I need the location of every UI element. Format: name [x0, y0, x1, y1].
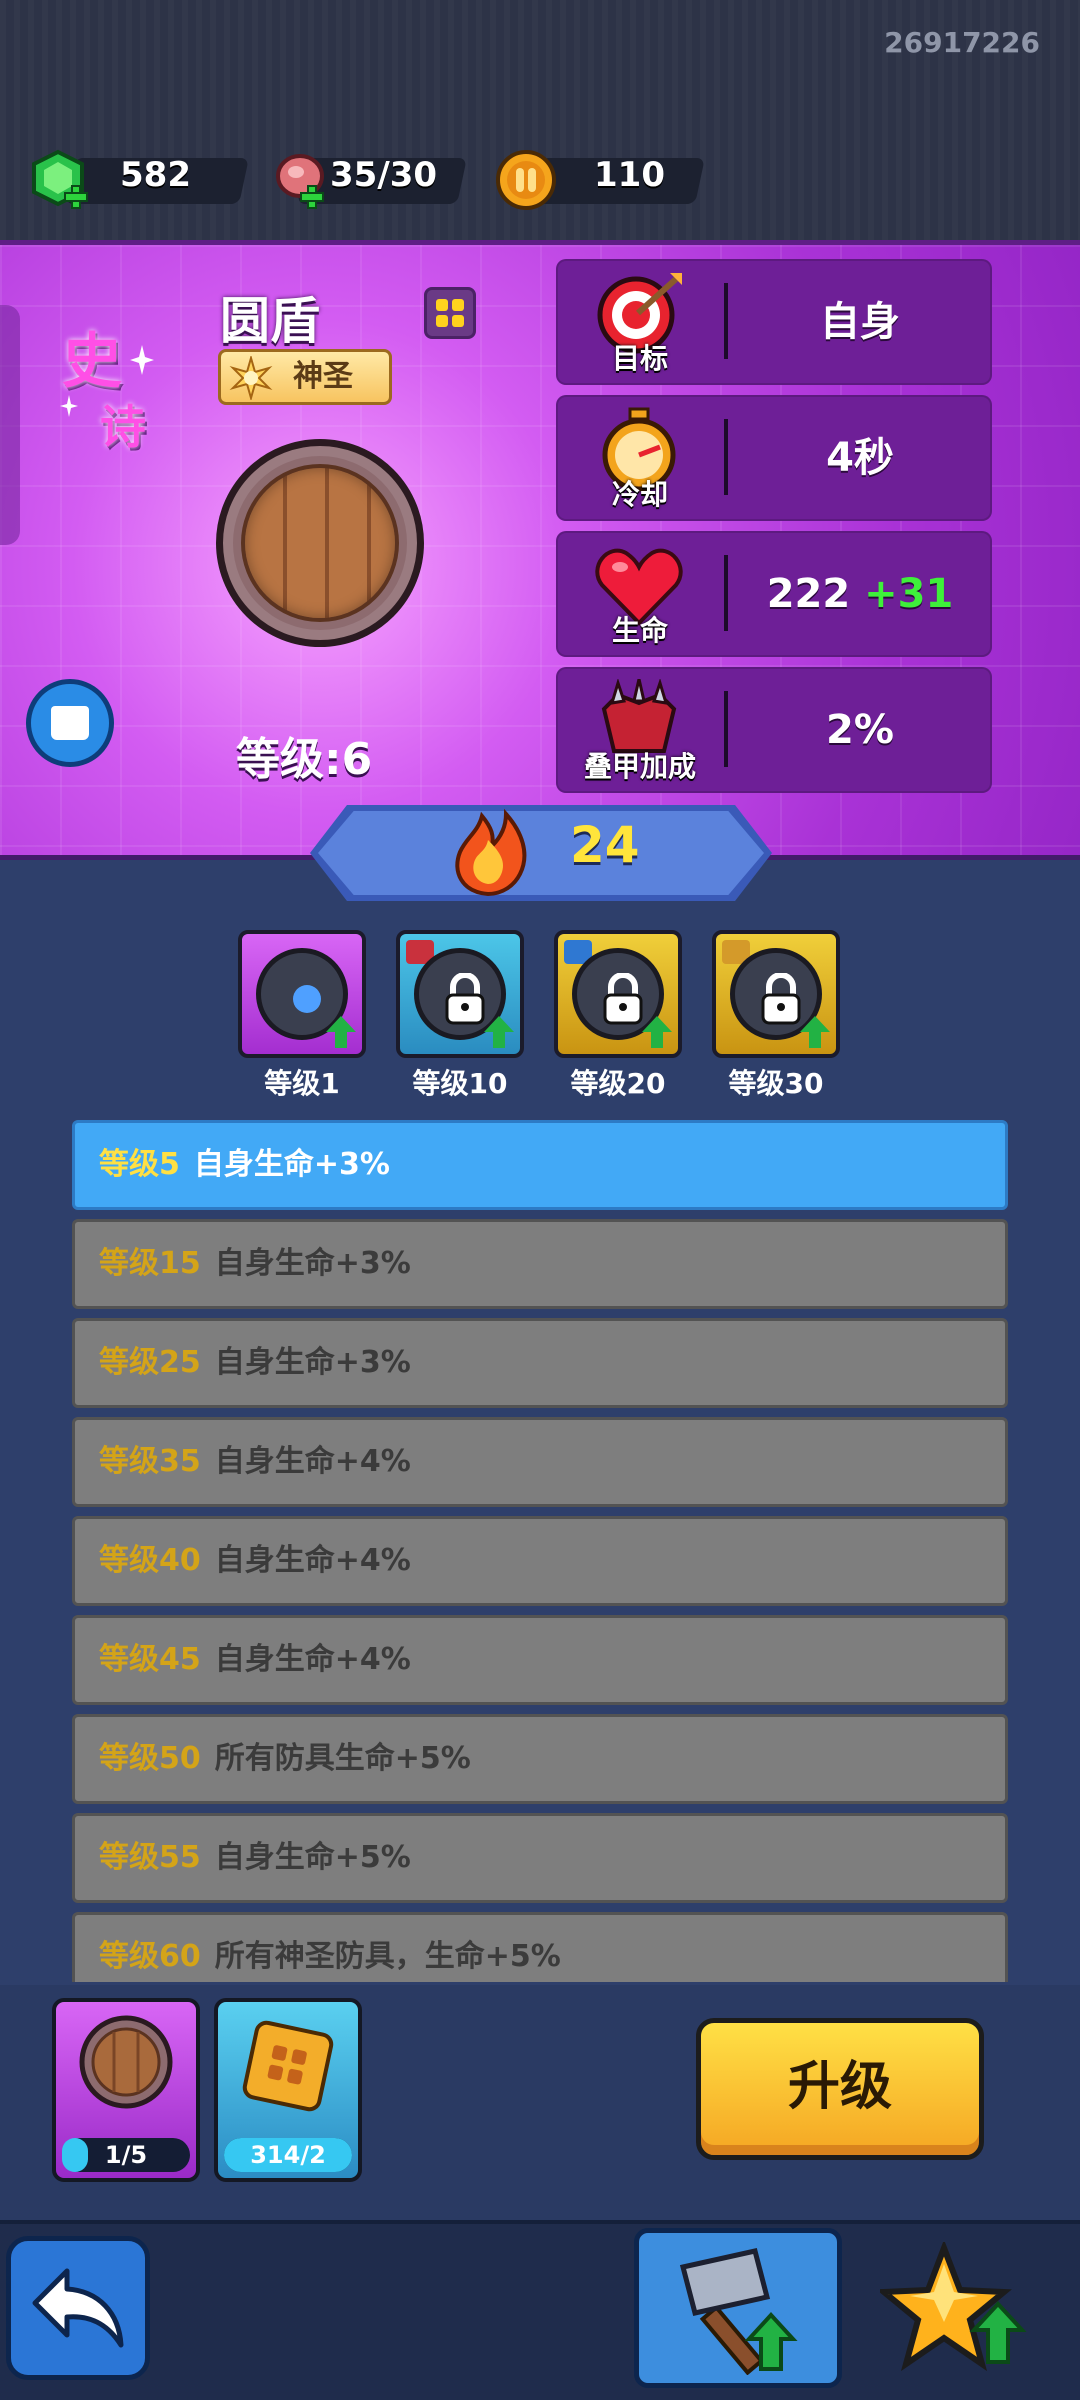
- bonus-text: 自身生命+5%: [214, 1840, 411, 1875]
- bonus-level: 等级55: [99, 1840, 201, 1875]
- sparkle-icon: [60, 395, 78, 417]
- material-shield-card[interactable]: 1/5: [52, 1998, 200, 2182]
- back-arrow-icon: [32, 2268, 124, 2348]
- item-name: 圆盾: [220, 292, 320, 350]
- lock-icon: [761, 973, 801, 1025]
- slot-label: 等级20: [570, 1067, 666, 1100]
- flame-icon: [455, 808, 527, 896]
- bonus-text: 自身生命+3%: [214, 1345, 411, 1380]
- meat-icon[interactable]: [272, 148, 338, 212]
- forge-button[interactable]: [634, 2228, 842, 2388]
- material-scroll-card[interactable]: 314/2: [214, 1998, 362, 2182]
- material-count: 1/5: [104, 2141, 148, 2169]
- level-bonus-list[interactable]: 等级5 自身生命+3% 等级15 自身生命+3% 等级25 自身生命+3% 等级35 自…: [72, 1118, 1008, 1982]
- bonus-row: 等级45 自身生命+4%: [72, 1615, 1008, 1705]
- material-count: 314/2: [250, 2141, 326, 2169]
- rarity-label-line2: 诗: [100, 400, 146, 454]
- round-shield-image: [216, 439, 424, 647]
- lock-icon: [445, 973, 485, 1025]
- bonus-text: 自身生命+3%: [214, 1246, 411, 1281]
- gem-count: 582: [120, 155, 191, 195]
- bonus-row: 等级55 自身生命+5%: [72, 1813, 1008, 1903]
- stat-value: 自身: [820, 299, 900, 345]
- bonus-level: 等级15: [99, 1246, 201, 1281]
- stat-health: 生命 222 +31: [556, 531, 992, 657]
- bonus-level: 等级60: [99, 1939, 201, 1974]
- blueprint-icon: [242, 2020, 334, 2112]
- bonus-text: 自身生命+4%: [214, 1444, 411, 1479]
- item-level: 等级:6: [236, 734, 373, 785]
- bonus-level: 等级40: [99, 1543, 201, 1578]
- slot-label: 等级10: [412, 1067, 508, 1100]
- skill-slot-level1[interactable]: [238, 930, 366, 1058]
- user-id: 26917226: [884, 26, 1040, 59]
- stat-label: 目标: [611, 342, 668, 375]
- slot-gem: [293, 985, 321, 1013]
- bonus-row: 等级15 自身生命+3%: [72, 1219, 1008, 1309]
- meat-count: 35/30: [330, 155, 438, 195]
- bonus-text: 所有防具生命+5%: [214, 1741, 471, 1776]
- side-tab[interactable]: [0, 305, 20, 545]
- material-progress: 314/2: [224, 2138, 352, 2172]
- hammer-upgrade-icon: [679, 2248, 798, 2375]
- bonus-level: 等级25: [99, 1345, 201, 1380]
- sun-icon: [229, 356, 273, 400]
- stat-armor-bonus: 叠甲加成 2%: [556, 667, 992, 793]
- bonus-level: 等级45: [99, 1642, 201, 1677]
- bonus-text: 自身生命+3%: [193, 1147, 390, 1182]
- lock-icon: [603, 973, 643, 1025]
- stat-target: 目标 自身: [556, 259, 992, 385]
- bonus-level: 等级50: [99, 1741, 201, 1776]
- skin-shirt-button[interactable]: [26, 679, 114, 767]
- coin-icon[interactable]: [494, 148, 558, 212]
- bonus-text: 自身生命+4%: [214, 1543, 411, 1578]
- health-bonus: +31: [864, 571, 954, 617]
- stat-value: 222 +31: [728, 531, 992, 657]
- stat-label: 叠甲加成: [583, 750, 696, 783]
- bonus-row: 等级50 所有防具生命+5%: [72, 1714, 1008, 1804]
- bonus-row: 等级60 所有神圣防具，生命+5%: [72, 1912, 1008, 1982]
- power-value: 24: [570, 816, 640, 874]
- skill-slot-level20[interactable]: [554, 930, 682, 1058]
- stat-value: 4秒: [826, 435, 894, 481]
- bonus-level: 等级35: [99, 1444, 201, 1479]
- stat-label: 冷却: [611, 478, 668, 511]
- rarity-label: 史: [62, 327, 122, 397]
- bonus-text: 所有神圣防具，生命+5%: [214, 1939, 561, 1974]
- quality-badge: 神圣: [218, 349, 392, 405]
- bonus-row: 等级35 自身生命+4%: [72, 1417, 1008, 1507]
- stat-value: 2%: [826, 707, 894, 753]
- stat-label: 生命: [611, 614, 668, 647]
- health-base: 222: [766, 571, 851, 617]
- quality-label: 神圣: [293, 359, 353, 394]
- bonus-row: 等级5 自身生命+3%: [72, 1120, 1008, 1210]
- skill-slot-level30[interactable]: [712, 930, 840, 1058]
- material-progress: 1/5: [62, 2138, 190, 2172]
- bonus-text: 自身生命+4%: [214, 1642, 411, 1677]
- back-button[interactable]: [6, 2236, 150, 2380]
- power-banner: [310, 805, 772, 901]
- skill-slot-level10[interactable]: [396, 930, 524, 1058]
- gem-icon[interactable]: [28, 148, 96, 212]
- slot-label: 等级1: [264, 1067, 340, 1100]
- bonus-row: 等级40 自身生命+4%: [72, 1516, 1008, 1606]
- progress-fill: [62, 2138, 88, 2172]
- star-upgrade-icon[interactable]: [880, 2242, 1030, 2382]
- grid-menu-button[interactable]: [424, 287, 476, 339]
- item-detail-panel: 史 诗 圆盾 神圣 等级:6 目标 自身 冷却 4秒 生命 222 +31 叠甲…: [0, 240, 1080, 860]
- coin-count: 110: [594, 155, 665, 195]
- stat-cooldown: 冷却 4秒: [556, 395, 992, 521]
- slot-label: 等级30: [728, 1067, 824, 1100]
- bonus-level: 等级5: [99, 1147, 180, 1182]
- upgrade-button[interactable]: 升级: [696, 2018, 984, 2160]
- round-shield-icon: [79, 2015, 173, 2109]
- bonus-row: 等级25 自身生命+3%: [72, 1318, 1008, 1408]
- resource-bar: 26917226 582 35/30 110: [0, 0, 1080, 240]
- sparkle-icon: [130, 345, 154, 375]
